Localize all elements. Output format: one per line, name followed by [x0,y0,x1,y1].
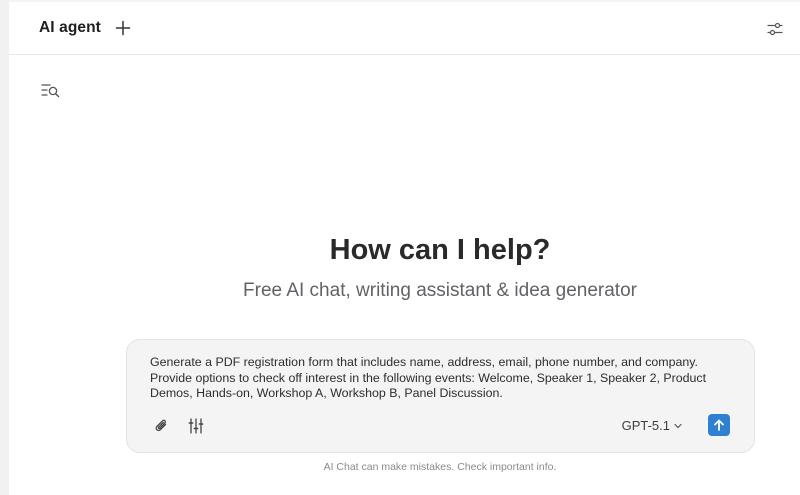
model-label: GPT-5.1 [621,418,670,433]
prompt-input[interactable]: Generate a PDF registration form that in… [150,355,710,402]
settings-button[interactable] [766,20,784,38]
model-selector[interactable]: GPT-5.1 [622,418,682,433]
paperclip-icon [155,419,167,432]
chevron-down-icon [674,423,682,428]
attach-button[interactable] [153,417,171,435]
tune-icon [188,418,204,434]
header: AI agent [9,2,800,55]
chat-composer: Generate a PDF registration form that in… [126,339,755,453]
arrow-up-icon [714,419,724,431]
plus-icon [115,20,131,36]
send-button[interactable] [708,414,730,436]
hero-subtitle: Free AI chat, writing assistant & idea g… [243,280,637,301]
history-search-button[interactable] [40,82,62,100]
sliders-icon [767,22,783,36]
tools-button[interactable] [187,417,205,435]
history-search-icon [41,84,60,98]
new-chat-button[interactable] [114,19,132,37]
hero-title: How can I help? [329,234,551,266]
disclaimer: AI Chat can make mistakes. Check importa… [323,461,557,473]
app-title: AI agent [39,19,101,36]
